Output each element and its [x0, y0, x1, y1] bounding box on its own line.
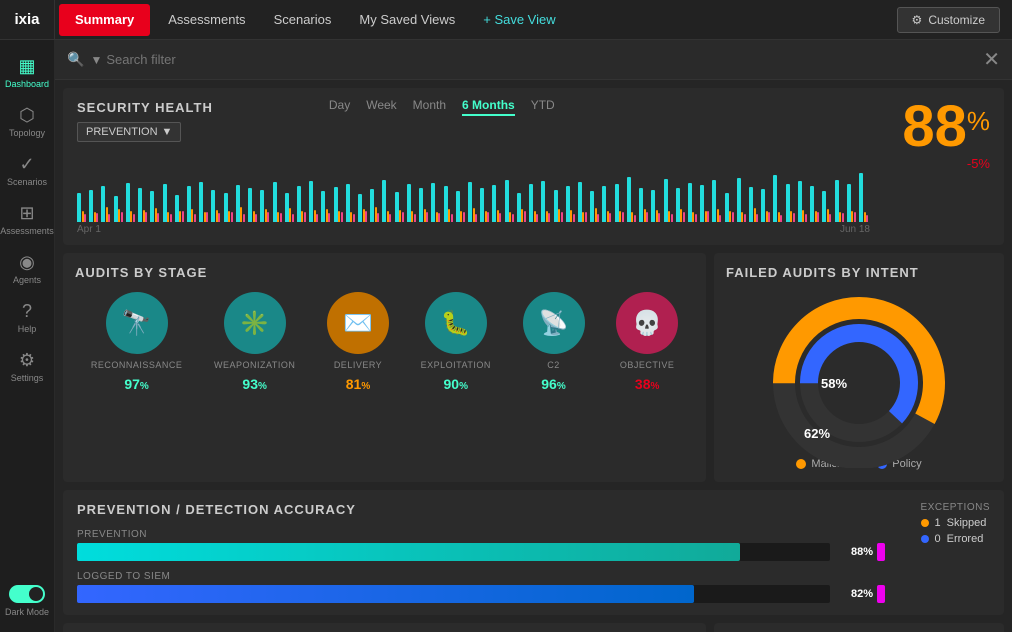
time-filter-6months[interactable]: 6 Months — [462, 98, 515, 116]
audits-by-stage-title: AUDITS BY STAGE — [75, 265, 694, 280]
prevention-detection-panel: PREVENTION / DETECTION ACCURACY PREVENTI… — [63, 490, 1004, 615]
sidebar-item-dashboard[interactable]: ▦ Dashboard — [0, 48, 54, 97]
stage-c2: 📡 C2 96% — [523, 292, 585, 392]
time-filter-day[interactable]: Day — [329, 98, 350, 116]
nav-tab-summary[interactable]: Summary — [59, 4, 150, 36]
main-content: SECURITY HEALTH Day Week Month 6 Months … — [55, 80, 1012, 632]
prevention-detection-title: PREVENTION / DETECTION ACCURACY — [77, 502, 990, 517]
failed-audits-panel: FAILED AUDITS BY INTENT 58% 62% — [714, 253, 1004, 482]
score-percent: % — [967, 106, 990, 137]
time-filter-month[interactable]: Month — [413, 98, 446, 116]
dark-mode-toggle[interactable] — [9, 585, 45, 603]
search-input[interactable] — [106, 52, 983, 67]
time-filter-week[interactable]: Week — [366, 98, 396, 116]
stage-weaponization: ✳️ WEAPONIZATION 93% — [214, 292, 295, 392]
sidebar: ▦ Dashboard ⬡ Topology ✓ Scenarios ⊞ Ass… — [0, 40, 55, 632]
sidebar-item-assessments[interactable]: ⊞ Assessments — [0, 195, 54, 244]
nav-tab-scenarios[interactable]: Scenarios — [260, 0, 346, 40]
nav-tab-saved-views[interactable]: My Saved Views — [345, 0, 469, 40]
security-health-panel: SECURITY HEALTH Day Week Month 6 Months … — [63, 88, 1004, 245]
areas-of-risk-panel: AREAS OF RISK LOWEST PERFORMERS BY PREVE… — [63, 623, 706, 632]
stage-exploitation: 🐛 EXPLOITATION 90% — [421, 292, 491, 392]
score-number: 88 — [902, 98, 967, 156]
topology-icon: ⬡ — [19, 105, 35, 126]
gear-icon: ⚙ — [912, 13, 923, 27]
logo: ixia — [0, 0, 55, 40]
security-health-title: SECURITY HEALTH — [77, 100, 213, 115]
sidebar-item-settings[interactable]: ⚙ Settings — [0, 342, 54, 391]
scenarios-icon: ✓ — [19, 154, 34, 175]
sidebar-item-agents[interactable]: ◉ Agents — [0, 244, 54, 293]
chart-end-label: Jun 18 — [840, 224, 870, 235]
search-icon: 🔍 — [67, 51, 84, 68]
prevention-dropdown[interactable]: PREVENTION ▼ — [77, 122, 181, 142]
chart-start-label: Apr 1 — [77, 224, 101, 235]
dashboard-icon: ▦ — [18, 56, 35, 77]
stage-objective: 💀 OBJECTIVE 38% — [616, 292, 678, 392]
health-score: 88 % -5% — [870, 98, 990, 171]
customize-button[interactable]: ⚙ Customize — [897, 7, 1000, 33]
help-icon: ? — [22, 301, 32, 322]
stage-reconnaissance: 🔭 RECONNAISSANCE 97% — [91, 292, 183, 392]
exceptions-section: EXCEPTIONS 1 Skipped 0 Errored — [921, 502, 990, 545]
time-filter-ytd[interactable]: YTD — [531, 98, 555, 116]
svg-text:62%: 62% — [804, 426, 830, 441]
save-view-button[interactable]: + Save View — [469, 0, 569, 40]
bar-chart — [77, 152, 870, 222]
search-bar: 🔍 ▼ ✕ — [55, 40, 1012, 80]
stage-delivery: ✉️ DELIVERY 81% — [327, 292, 389, 392]
sidebar-item-scenarios[interactable]: ✓ Scenarios — [0, 146, 54, 195]
sidebar-item-help[interactable]: ? Help — [0, 293, 54, 342]
audits-by-stage-panel: AUDITS BY STAGE 🔭 RECONNAISSANCE 97% ✳️ … — [63, 253, 706, 482]
failed-audits-title: FAILED AUDITS BY INTENT — [726, 265, 992, 280]
settings-icon: ⚙ — [19, 350, 35, 371]
svg-text:58%: 58% — [821, 376, 847, 391]
sidebar-item-topology[interactable]: ⬡ Topology — [0, 97, 54, 146]
agents-at-risk-panel: AGENTS AT RISK % OF FAILED AUDITS — [714, 623, 1004, 632]
assessments-icon: ⊞ — [19, 203, 34, 224]
nav-tab-assessments[interactable]: Assessments — [154, 0, 259, 40]
close-icon[interactable]: ✕ — [983, 47, 1000, 72]
agents-icon: ◉ — [19, 252, 35, 273]
